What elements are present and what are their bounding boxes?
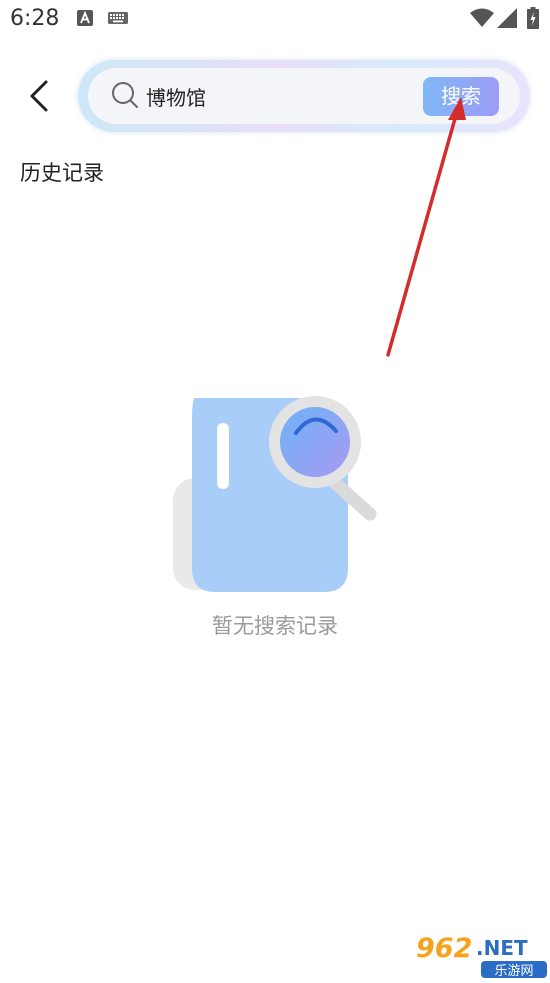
status-bar: 6:28 [0, 0, 550, 40]
svg-text:乐游网: 乐游网 [494, 964, 533, 979]
watermark-logo: 962 .NET 乐游网 [410, 928, 550, 979]
empty-search-illustration [173, 396, 377, 592]
status-time: 6:28 [10, 6, 60, 31]
svg-text:962: 962 [416, 933, 472, 964]
signal-icon [497, 8, 517, 28]
a-icon [77, 10, 93, 26]
keyboard-icon [108, 12, 128, 24]
battery-icon [527, 7, 539, 29]
chevron-left-icon [30, 80, 48, 112]
search-button[interactable]: 搜索 [423, 77, 499, 116]
back-button[interactable] [22, 76, 58, 116]
empty-state-text: 暂无搜索记录 [212, 614, 338, 638]
svg-text:.NET: .NET [476, 936, 528, 960]
wifi-icon [470, 8, 494, 27]
history-title: 历史记录 [20, 161, 104, 185]
search-input[interactable] [146, 80, 406, 112]
search-icon [112, 82, 138, 108]
